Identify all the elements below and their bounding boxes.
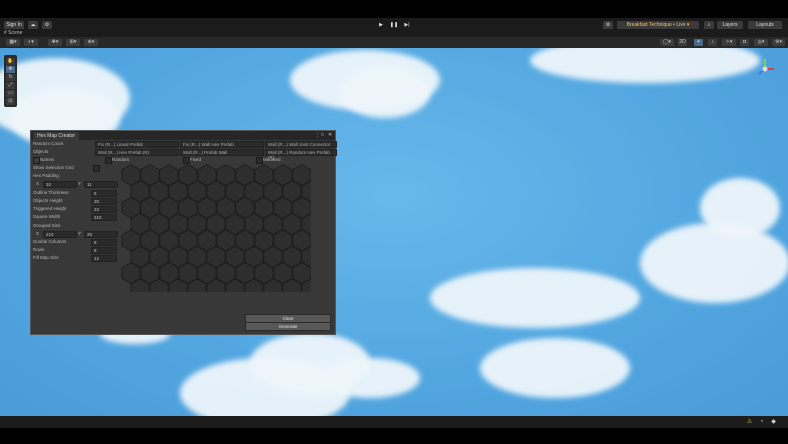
object-field-hex-prefab[interactable]: Wall (R...) Hex Prefab (R): [95, 149, 179, 156]
random-checkbox[interactable]: [105, 157, 112, 164]
scene-tab-bar: # Scene: [0, 29, 788, 37]
effects-icon[interactable]: ✧▾: [722, 39, 736, 46]
label-show-selection-grid: Show Selection Grid: [33, 165, 74, 170]
padding-y-label: Y: [78, 181, 82, 186]
object-field-prefab-wall[interactable]: Wall (R...) Prefab Wall: [180, 149, 264, 156]
progress-icon[interactable]: ◔: [758, 419, 765, 426]
triggered-height-field[interactable]: 22: [91, 206, 117, 213]
close-icon[interactable]: ✕: [328, 132, 332, 139]
object-field-wall-joint-connector[interactable]: Wall (R...) Wall Joint Connector: [265, 141, 337, 148]
warning-icon[interactable]: ⚠: [746, 419, 753, 426]
padding-y-field[interactable]: 11: [84, 181, 118, 188]
label-rows: Rows: [33, 247, 45, 252]
2d-toggle-icon[interactable]: 2D: [678, 39, 687, 46]
fixed-checkbox[interactable]: [183, 157, 190, 164]
hex-grid-preview[interactable]: [121, 163, 321, 301]
grouped-x-field[interactable]: 210: [43, 231, 77, 238]
outline-thickness-field[interactable]: 5: [91, 190, 117, 197]
cloud: [320, 358, 420, 398]
names-checkbox[interactable]: [33, 157, 40, 164]
pivot-icon[interactable]: ⊕▾: [84, 39, 98, 46]
mounted-checkbox[interactable]: [256, 157, 263, 164]
tab-scene[interactable]: # Scene: [0, 30, 22, 36]
status-bar: ⚠ ◔ ◆: [0, 416, 788, 428]
object-field-random-hex-prefab[interactable]: Wall (R...) Random Hex Prefab (R): [265, 149, 337, 160]
audio-icon[interactable]: ♪: [708, 39, 717, 46]
bottom-black-bar: [0, 428, 788, 444]
menu-icon[interactable]: ⋮: [315, 132, 320, 139]
window-title: Hex Map Creator: [33, 132, 80, 140]
square-width-field[interactable]: 210: [91, 214, 117, 221]
maximize-icon[interactable]: □: [321, 132, 324, 139]
scene-view-settings-icon[interactable]: ⚙▾: [772, 39, 785, 46]
lighting-icon[interactable]: ✦: [694, 39, 703, 46]
rows-field[interactable]: 8: [91, 247, 117, 254]
hidden-objects-icon[interactable]: ◎▾: [754, 39, 768, 46]
label-names: Names: [40, 157, 55, 162]
hand-tool-icon[interactable]: ✋: [6, 58, 15, 65]
object-field-lineal-prefab[interactable]: Fix (R...) Lineal Prefab: [95, 141, 179, 148]
window-title-bar[interactable]: Hex Map Creator ⋮ □ ✕: [31, 131, 335, 140]
label-objects-height: Objects Height: [33, 198, 63, 203]
transform-tool-icon[interactable]: ⊡: [6, 98, 15, 105]
label-objects: Objects: [33, 149, 49, 154]
label-fill-map-size: Fill Map Size: [33, 255, 59, 260]
hex-map-creator-window[interactable]: Hex Map Creator ⋮ □ ✕ Random Count Objec…: [30, 130, 337, 335]
padding-x-field[interactable]: 10: [43, 181, 77, 188]
double-columns-field[interactable]: 8: [91, 239, 117, 246]
objects-height-field[interactable]: 20: [91, 198, 117, 205]
label-random-count: Random Count: [33, 141, 64, 146]
label-double-columns: Double Columns: [33, 239, 67, 244]
show-selection-grid-checkbox[interactable]: [93, 165, 100, 172]
grouped-y-label: Y: [78, 231, 82, 236]
tools-palette: ✋ ✥ ↻ ⤢ ▭ ⊡: [4, 55, 17, 107]
move-tool-icon[interactable]: ✥▾: [48, 39, 62, 46]
fill-map-size-field[interactable]: 12: [91, 255, 117, 262]
shading-icon[interactable]: ◐▾: [24, 39, 38, 46]
gizmos-icon[interactable]: ◯▾: [660, 39, 674, 46]
grid-snap-icon[interactable]: ⊞▾: [66, 39, 80, 46]
orientation-gizmo[interactable]: [754, 56, 776, 82]
label-grouped-size: Grouped Size: [33, 223, 61, 228]
grouped-x-label: X: [36, 231, 40, 236]
cloud: [640, 223, 788, 303]
object-field-wall-hex-prefab[interactable]: Fix (R...) Wall Hex Prefab: [180, 141, 264, 148]
move-tool-icon[interactable]: ✥: [6, 66, 15, 73]
top-black-bar: [0, 0, 788, 18]
rotate-tool-icon[interactable]: ↻: [6, 74, 15, 81]
cloud: [340, 68, 430, 118]
label-square-width: Square Width: [33, 214, 61, 219]
label-mounted: Mounted: [263, 157, 281, 162]
label-triggered-height: Triggered Height: [33, 206, 67, 211]
scale-tool-icon[interactable]: ⤢: [6, 82, 15, 89]
cloud: [530, 48, 760, 83]
notification-icon[interactable]: ◆: [770, 419, 777, 426]
label-fixed: Fixed: [190, 157, 202, 162]
cloud: [700, 178, 780, 238]
padding-x-label: X: [36, 181, 40, 186]
cloud: [480, 338, 630, 398]
generate-button[interactable]: Generate: [245, 322, 331, 331]
draw-mode-icon[interactable]: ▦▾: [6, 39, 20, 46]
label-hex-padding: Hex Padding: [33, 173, 59, 178]
rect-tool-icon[interactable]: ▭: [6, 90, 15, 97]
camera-icon[interactable]: ◘: [740, 39, 749, 46]
label-outline-thickness: Outline Thickness: [33, 190, 69, 195]
label-random: Random: [112, 157, 130, 162]
grouped-y-field[interactable]: 20: [84, 231, 118, 238]
cloud: [430, 268, 640, 328]
